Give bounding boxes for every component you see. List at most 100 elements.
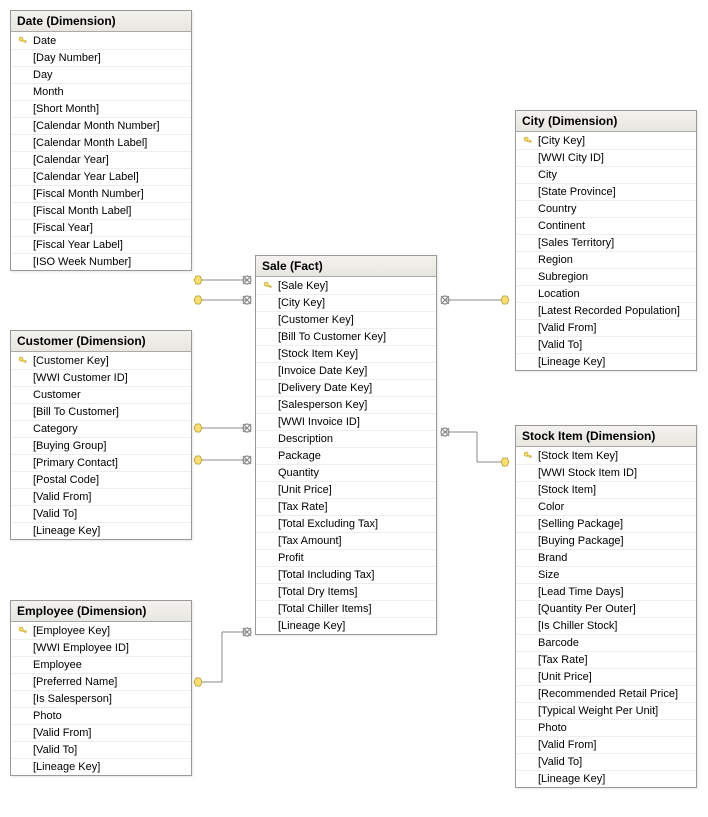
column-employee-4[interactable]: [Is Salesperson] [11,690,191,707]
column-sale-6[interactable]: [Delivery Date Key] [256,379,436,396]
column-city-1[interactable]: [WWI City ID] [516,149,696,166]
column-customer-10[interactable]: [Lineage Key] [11,522,191,539]
column-employee-7[interactable]: [Valid To] [11,741,191,758]
column-city-2[interactable]: City [516,166,696,183]
column-label: [Total Excluding Tax] [278,518,378,530]
column-sale-7[interactable]: [Salesperson Key] [256,396,436,413]
column-stockitem-6[interactable]: Brand [516,549,696,566]
column-sale-12[interactable]: [Unit Price] [256,481,436,498]
column-sale-9[interactable]: Description [256,430,436,447]
column-sale-3[interactable]: [Bill To Customer Key] [256,328,436,345]
column-city-11[interactable]: [Valid From] [516,319,696,336]
column-sale-10[interactable]: Package [256,447,436,464]
column-sale-18[interactable]: [Total Dry Items] [256,583,436,600]
column-city-5[interactable]: Continent [516,217,696,234]
column-date-3[interactable]: Month [11,83,191,100]
table-sale-fact[interactable]: Sale (Fact) [Sale Key][City Key][Custome… [255,255,437,635]
column-date-13[interactable]: [ISO Week Number] [11,253,191,270]
column-stockitem-4[interactable]: [Selling Package] [516,515,696,532]
column-stockitem-16[interactable]: Photo [516,719,696,736]
column-date-6[interactable]: [Calendar Month Label] [11,134,191,151]
column-stockitem-17[interactable]: [Valid From] [516,736,696,753]
column-sale-14[interactable]: [Total Excluding Tax] [256,515,436,532]
column-date-10[interactable]: [Fiscal Month Label] [11,202,191,219]
column-stockitem-9[interactable]: [Quantity Per Outer] [516,600,696,617]
column-stockitem-18[interactable]: [Valid To] [516,753,696,770]
column-date-4[interactable]: [Short Month] [11,100,191,117]
column-stockitem-5[interactable]: [Buying Package] [516,532,696,549]
column-sale-17[interactable]: [Total Including Tax] [256,566,436,583]
column-employee-0[interactable]: [Employee Key] [11,622,191,639]
column-stockitem-15[interactable]: [Typical Weight Per Unit] [516,702,696,719]
column-stockitem-19[interactable]: [Lineage Key] [516,770,696,787]
column-stockitem-12[interactable]: [Tax Rate] [516,651,696,668]
column-stockitem-11[interactable]: Barcode [516,634,696,651]
table-customer-dimension[interactable]: Customer (Dimension) [Customer Key][WWI … [10,330,192,540]
column-employee-5[interactable]: Photo [11,707,191,724]
column-date-0[interactable]: Date [11,32,191,49]
column-sale-19[interactable]: [Total Chiller Items] [256,600,436,617]
column-stockitem-3[interactable]: Color [516,498,696,515]
column-label: [Fiscal Month Number] [33,188,144,200]
column-sale-13[interactable]: [Tax Rate] [256,498,436,515]
column-city-4[interactable]: Country [516,200,696,217]
column-employee-2[interactable]: Employee [11,656,191,673]
column-stockitem-1[interactable]: [WWI Stock Item ID] [516,464,696,481]
column-date-12[interactable]: [Fiscal Year Label] [11,236,191,253]
column-city-9[interactable]: Location [516,285,696,302]
column-sale-1[interactable]: [City Key] [256,294,436,311]
column-date-1[interactable]: [Day Number] [11,49,191,66]
column-stockitem-8[interactable]: [Lead Time Days] [516,583,696,600]
column-city-7[interactable]: Region [516,251,696,268]
column-date-7[interactable]: [Calendar Year] [11,151,191,168]
column-city-3[interactable]: [State Province] [516,183,696,200]
column-employee-3[interactable]: [Preferred Name] [11,673,191,690]
column-customer-8[interactable]: [Valid From] [11,488,191,505]
column-city-13[interactable]: [Lineage Key] [516,353,696,370]
column-sale-16[interactable]: Profit [256,549,436,566]
table-employee-dimension[interactable]: Employee (Dimension) [Employee Key][WWI … [10,600,192,776]
column-label: Subregion [538,271,588,283]
column-city-12[interactable]: [Valid To] [516,336,696,353]
column-customer-2[interactable]: Customer [11,386,191,403]
column-city-8[interactable]: Subregion [516,268,696,285]
column-customer-1[interactable]: [WWI Customer ID] [11,369,191,386]
column-label: [Customer Key] [33,355,109,367]
column-sale-2[interactable]: [Customer Key] [256,311,436,328]
column-stockitem-14[interactable]: [Recommended Retail Price] [516,685,696,702]
table-city-dimension[interactable]: City (Dimension) [City Key][WWI City ID]… [515,110,697,371]
column-stockitem-2[interactable]: [Stock Item] [516,481,696,498]
column-sale-11[interactable]: Quantity [256,464,436,481]
column-sale-20[interactable]: [Lineage Key] [256,617,436,634]
column-customer-0[interactable]: [Customer Key] [11,352,191,369]
table-stockitem-dimension[interactable]: Stock Item (Dimension) [Stock Item Key][… [515,425,697,788]
column-customer-7[interactable]: [Postal Code] [11,471,191,488]
column-stockitem-13[interactable]: [Unit Price] [516,668,696,685]
column-customer-3[interactable]: [Bill To Customer] [11,403,191,420]
column-employee-1[interactable]: [WWI Employee ID] [11,639,191,656]
column-date-8[interactable]: [Calendar Year Label] [11,168,191,185]
column-employee-8[interactable]: [Lineage Key] [11,758,191,775]
column-date-2[interactable]: Day [11,66,191,83]
column-stockitem-0[interactable]: [Stock Item Key] [516,447,696,464]
column-city-10[interactable]: [Latest Recorded Population] [516,302,696,319]
column-date-5[interactable]: [Calendar Month Number] [11,117,191,134]
column-city-0[interactable]: [City Key] [516,132,696,149]
column-sale-4[interactable]: [Stock Item Key] [256,345,436,362]
table-date-dimension[interactable]: Date (Dimension) Date[Day Number]DayMont… [10,10,192,271]
column-customer-9[interactable]: [Valid To] [11,505,191,522]
column-sale-15[interactable]: [Tax Amount] [256,532,436,549]
column-date-11[interactable]: [Fiscal Year] [11,219,191,236]
column-sale-5[interactable]: [Invoice Date Key] [256,362,436,379]
column-employee-6[interactable]: [Valid From] [11,724,191,741]
column-label: [Buying Package] [538,535,624,547]
column-sale-0[interactable]: [Sale Key] [256,277,436,294]
column-customer-6[interactable]: [Primary Contact] [11,454,191,471]
column-customer-5[interactable]: [Buying Group] [11,437,191,454]
column-sale-8[interactable]: [WWI Invoice ID] [256,413,436,430]
column-stockitem-10[interactable]: [Is Chiller Stock] [516,617,696,634]
column-date-9[interactable]: [Fiscal Month Number] [11,185,191,202]
column-stockitem-7[interactable]: Size [516,566,696,583]
column-city-6[interactable]: [Sales Territory] [516,234,696,251]
column-customer-4[interactable]: Category [11,420,191,437]
